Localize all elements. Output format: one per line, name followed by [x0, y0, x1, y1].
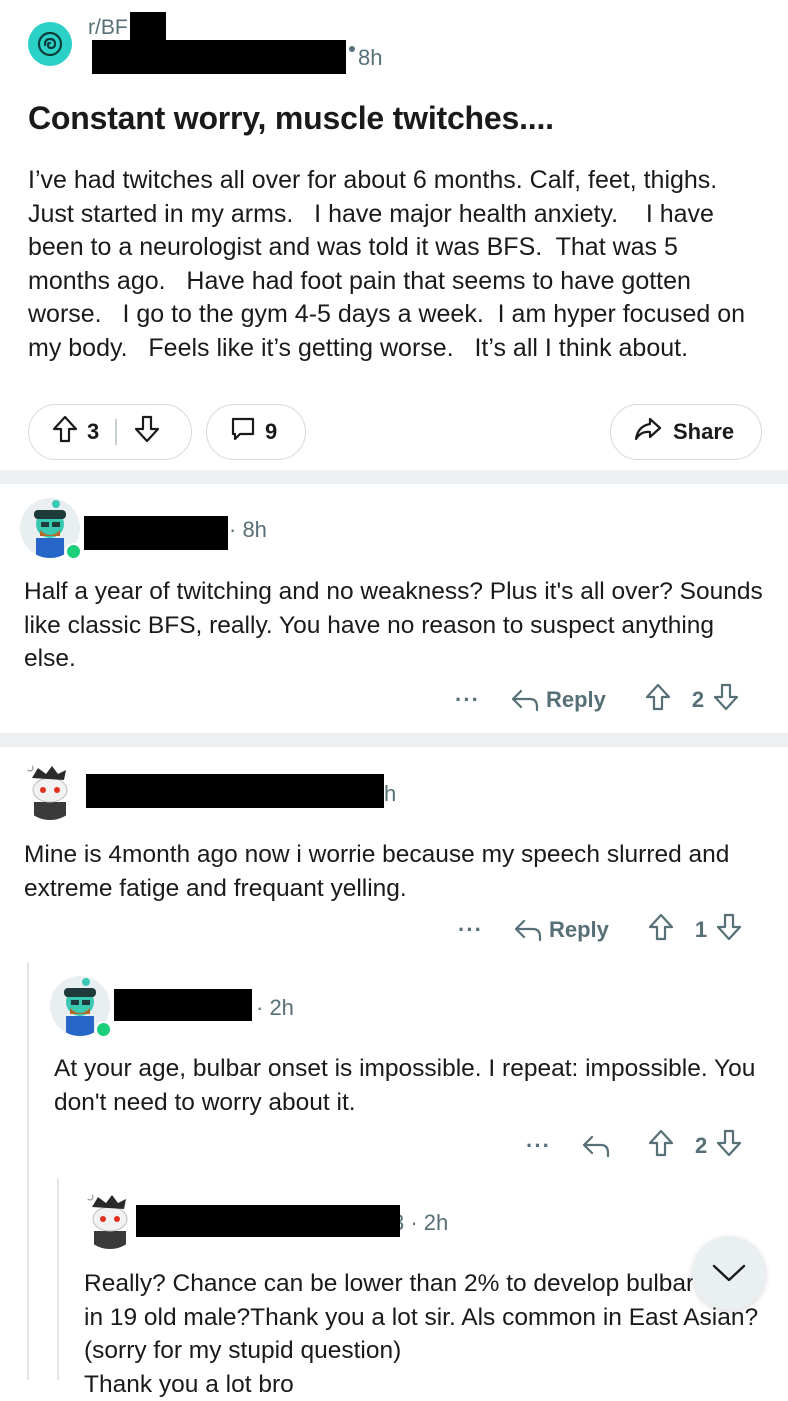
- post-body: I’ve had twitches all over for about 6 m…: [28, 166, 752, 362]
- avatar[interactable]: [20, 760, 80, 820]
- thread-line[interactable]: [57, 1178, 59, 1380]
- comment-text: Mine is 4month ago now i worrie because …: [24, 841, 737, 902]
- vote-count: 2: [691, 687, 705, 712]
- comment-actions: ··· Reply 2: [455, 682, 740, 718]
- online-indicator: [95, 1021, 112, 1038]
- comment-time: h: [384, 781, 397, 806]
- comment-time: 3 · 2h: [392, 1210, 449, 1235]
- comment-count: 9: [265, 419, 278, 444]
- redaction: [136, 1205, 400, 1237]
- chevron-down-icon: [712, 1264, 746, 1282]
- redaction: [84, 516, 228, 550]
- share-arrow-icon: [633, 415, 663, 449]
- dot-separator: [349, 46, 355, 52]
- more-options-icon[interactable]: ···: [526, 1133, 551, 1159]
- reply-button[interactable]: Reply: [510, 687, 606, 713]
- redaction: [114, 989, 252, 1021]
- comment-actions: ··· Reply 1: [458, 912, 743, 948]
- arrow-up-icon[interactable]: [51, 414, 79, 450]
- arrow-down-icon[interactable]: [133, 414, 161, 450]
- section-separator: [0, 733, 788, 747]
- post-title[interactable]: Constant worry, muscle twitches....: [28, 100, 554, 137]
- arrow-up-icon[interactable]: [647, 912, 675, 948]
- arrow-up-icon[interactable]: [647, 1128, 675, 1164]
- comment-time: · 2h: [256, 995, 294, 1020]
- post-time: 8h: [358, 45, 383, 70]
- share-label: Share: [673, 419, 735, 444]
- redaction: [92, 40, 346, 74]
- arrow-down-icon[interactable]: [712, 682, 740, 718]
- upvote-count: 3: [87, 419, 100, 444]
- reply-label: Reply: [545, 687, 606, 712]
- vote-count: 1: [694, 917, 708, 942]
- arrow-down-icon[interactable]: [715, 912, 743, 948]
- section-separator: [0, 470, 788, 484]
- share-button[interactable]: Share: [610, 404, 762, 460]
- brain-icon: [37, 31, 63, 57]
- comment-text: Half a year of twitching and no weakness…: [24, 578, 770, 672]
- divider: [115, 419, 117, 445]
- subreddit-name[interactable]: r/BF: [88, 16, 128, 40]
- avatar[interactable]: [80, 1189, 140, 1249]
- thread-line[interactable]: [27, 962, 29, 1380]
- vote-bar: 3: [28, 404, 192, 460]
- comments-button[interactable]: 9: [206, 404, 306, 460]
- online-indicator: [65, 543, 82, 560]
- redaction: [86, 774, 384, 808]
- arrow-up-icon[interactable]: [644, 682, 672, 718]
- reply-button[interactable]: [581, 1133, 611, 1159]
- reply-arrow-icon: [582, 1135, 610, 1158]
- reply-arrow-icon: [511, 689, 539, 712]
- more-options-icon[interactable]: ···: [455, 687, 480, 713]
- vote-count: 2: [694, 1133, 708, 1158]
- collapse-button[interactable]: [692, 1236, 766, 1310]
- reply-label: Reply: [548, 917, 609, 942]
- reply-arrow-icon: [514, 919, 542, 942]
- subreddit-icon[interactable]: [28, 22, 72, 66]
- comment-actions: ··· 2: [526, 1128, 743, 1164]
- comment-text: Really? Chance can be lower than 2% to d…: [84, 1270, 761, 1398]
- arrow-down-icon[interactable]: [715, 1128, 743, 1164]
- more-options-icon[interactable]: ···: [458, 917, 483, 943]
- comment-time: · 8h: [229, 517, 267, 542]
- speech-bubble-icon: [229, 415, 257, 449]
- reply-button[interactable]: Reply: [513, 917, 609, 943]
- comment-text: At your age, bulbar onset is impossible.…: [54, 1055, 763, 1116]
